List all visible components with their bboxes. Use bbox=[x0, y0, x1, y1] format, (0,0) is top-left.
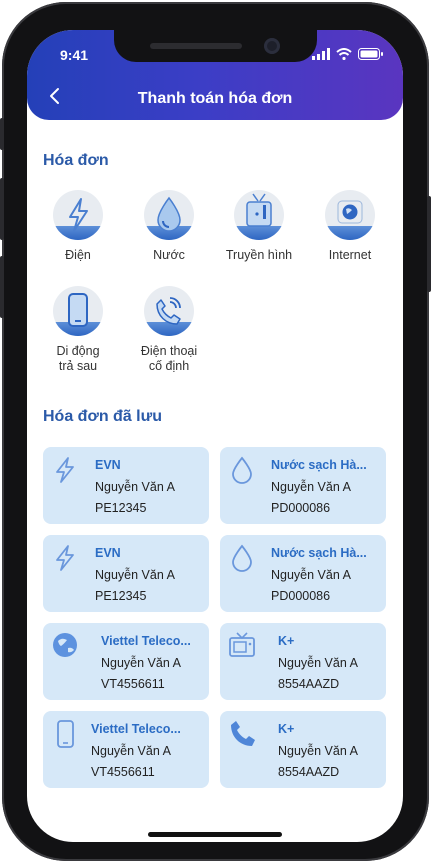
wifi-icon bbox=[336, 48, 352, 60]
status-time: 9:41 bbox=[60, 47, 89, 63]
app-header: 9:41 Thanh toán hóa đơn bbox=[27, 30, 403, 120]
mobile-phone-icon bbox=[57, 720, 74, 748]
category-icon-circle bbox=[144, 190, 194, 240]
bill-customer-code: PD000086 bbox=[271, 501, 331, 515]
saved-bill-card[interactable]: K+ Nguyễn Văn A 8554AAZD bbox=[220, 623, 386, 700]
landline-phone-icon bbox=[231, 721, 255, 746]
globe-icon bbox=[337, 200, 363, 224]
category-icon-circle bbox=[325, 190, 375, 240]
bill-owner-name: Nguyễn Văn A bbox=[91, 744, 171, 758]
side-button bbox=[0, 118, 4, 150]
device-notch bbox=[114, 30, 317, 62]
bill-provider-name: Viettel Teleco... bbox=[91, 722, 181, 736]
saved-bill-card[interactable]: Viettel Teleco... Nguyễn Văn A VT4556611 bbox=[43, 711, 209, 788]
category-icon-circle bbox=[53, 286, 103, 336]
home-indicator[interactable] bbox=[148, 832, 282, 837]
bill-customer-code: VT4556611 bbox=[101, 677, 165, 691]
category-water[interactable]: Nước bbox=[129, 190, 209, 263]
bill-owner-name: Nguyễn Văn A bbox=[101, 656, 181, 670]
saved-bills-section-title: Hóa đơn đã lưu bbox=[43, 408, 162, 425]
tv-icon bbox=[246, 193, 272, 227]
landline-phone-icon bbox=[156, 297, 181, 325]
category-internet[interactable]: Internet bbox=[310, 190, 390, 263]
category-label: Điện bbox=[65, 248, 91, 262]
category-label: Truyền hình bbox=[225, 248, 293, 262]
lightning-icon bbox=[56, 457, 74, 483]
saved-bill-card[interactable]: EVN Nguyễn Văn A PE12345 bbox=[43, 535, 209, 612]
category-label: Di động trả sau bbox=[56, 344, 100, 373]
bill-provider-name: Nước sạch Hà... bbox=[271, 546, 367, 560]
bill-provider-name: K+ bbox=[278, 634, 295, 648]
saved-bill-card[interactable]: Viettel Teleco... Nguyễn Văn A VT4556611 bbox=[43, 623, 209, 700]
battery-icon bbox=[358, 48, 383, 60]
bill-provider-name: Viettel Teleco... bbox=[101, 634, 191, 648]
front-camera bbox=[264, 38, 280, 54]
saved-bill-card[interactable]: K+ Nguyễn Văn A 8554AAZD bbox=[220, 711, 386, 788]
category-label: Điện thoại cố định bbox=[140, 344, 198, 373]
side-button bbox=[0, 256, 4, 318]
bill-provider-name: K+ bbox=[278, 722, 295, 736]
water-drop-icon bbox=[157, 196, 181, 232]
lightning-icon bbox=[69, 198, 88, 232]
category-label: Internet bbox=[328, 248, 372, 262]
category-postpaid-mobile[interactable]: Di động trả sau bbox=[38, 286, 118, 374]
water-drop-icon bbox=[232, 544, 252, 572]
saved-bill-card[interactable]: EVN Nguyễn Văn A PE12345 bbox=[43, 447, 209, 524]
bill-provider-name: EVN bbox=[95, 458, 121, 472]
bill-owner-name: Nguyễn Văn A bbox=[95, 568, 175, 582]
status-icons bbox=[312, 47, 383, 61]
category-electricity[interactable]: Điện bbox=[38, 190, 118, 263]
mobile-phone-icon bbox=[68, 293, 88, 327]
tv-icon bbox=[229, 632, 255, 657]
bill-provider-name: EVN bbox=[95, 546, 121, 560]
speaker bbox=[150, 43, 242, 49]
category-landline[interactable]: Điện thoại cố định bbox=[129, 286, 209, 374]
category-icon-circle bbox=[53, 190, 103, 240]
bill-owner-name: Nguyễn Văn A bbox=[278, 656, 358, 670]
app-screen: 9:41 Thanh toán hóa đơn Hóa đơn Điện Nướ… bbox=[27, 30, 403, 842]
bill-owner-name: Nguyễn Văn A bbox=[271, 480, 351, 494]
globe-icon bbox=[53, 633, 77, 657]
bill-customer-code: 8554AAZD bbox=[278, 677, 340, 691]
bills-section-title: Hóa đơn bbox=[43, 152, 109, 169]
bill-customer-code: 8554AAZD bbox=[278, 765, 340, 779]
saved-bill-card[interactable]: Nước sạch Hà... Nguyễn Văn A PD000086 bbox=[220, 535, 386, 612]
category-label: Nước bbox=[153, 248, 185, 262]
bill-owner-name: Nguyễn Văn A bbox=[278, 744, 358, 758]
bill-owner-name: Nguyễn Văn A bbox=[95, 480, 175, 494]
bill-provider-name: Nước sạch Hà... bbox=[271, 458, 367, 472]
bill-customer-code: VT4556611 bbox=[91, 765, 155, 779]
saved-bill-card[interactable]: Nước sạch Hà... Nguyễn Văn A PD000086 bbox=[220, 447, 386, 524]
category-icon-circle bbox=[144, 286, 194, 336]
category-tv[interactable]: Truyền hình bbox=[219, 190, 299, 263]
side-button bbox=[0, 178, 4, 240]
lightning-icon bbox=[56, 545, 74, 571]
bill-customer-code: PE12345 bbox=[95, 501, 147, 515]
page-title: Thanh toán hóa đơn bbox=[137, 90, 293, 107]
category-icon-circle bbox=[234, 190, 284, 240]
side-button bbox=[427, 196, 431, 292]
water-drop-icon bbox=[232, 456, 252, 484]
bill-owner-name: Nguyễn Văn A bbox=[271, 568, 351, 582]
bill-customer-code: PE12345 bbox=[95, 589, 147, 603]
bill-customer-code: PD000086 bbox=[271, 589, 331, 603]
